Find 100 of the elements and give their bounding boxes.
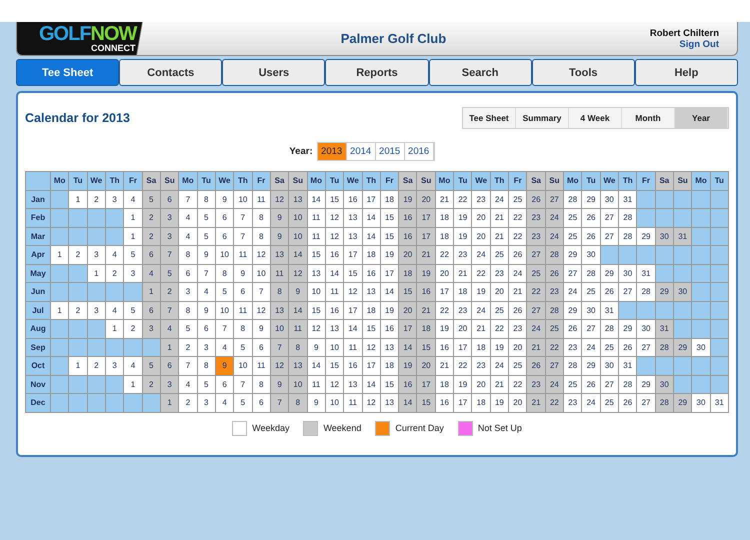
day-cell[interactable]: 11 xyxy=(270,264,288,282)
day-cell[interactable]: 11 xyxy=(252,190,270,208)
day-cell[interactable]: 4 xyxy=(124,357,142,374)
day-cell[interactable]: 30 xyxy=(600,190,618,208)
day-cell[interactable]: 1 xyxy=(69,190,87,208)
day-cell[interactable]: 5 xyxy=(179,320,197,338)
day-cell[interactable]: 7 xyxy=(270,338,288,356)
day-cell[interactable]: 2 xyxy=(179,338,197,356)
day-cell[interactable]: 27 xyxy=(600,376,618,393)
day-cell[interactable]: 15 xyxy=(417,338,435,356)
day-cell[interactable]: 15 xyxy=(344,264,362,282)
day-cell[interactable]: 1 xyxy=(88,264,105,282)
day-cell[interactable]: 30 xyxy=(637,320,655,338)
day-cell[interactable]: 8 xyxy=(289,394,307,412)
day-cell[interactable]: 25 xyxy=(564,376,582,393)
day-cell[interactable]: 31 xyxy=(619,357,636,374)
day-cell[interactable]: 30 xyxy=(656,228,674,245)
day-cell[interactable]: 2 xyxy=(69,246,87,264)
day-cell[interactable]: 24 xyxy=(582,338,600,356)
day-cell[interactable]: 3 xyxy=(160,209,178,226)
day-cell[interactable]: 3 xyxy=(142,320,160,338)
day-cell[interactable]: 8 xyxy=(198,357,215,374)
nav-tab[interactable]: Tools xyxy=(532,59,635,86)
day-cell[interactable]: 23 xyxy=(564,394,582,412)
day-cell[interactable]: 29 xyxy=(674,394,692,412)
day-cell[interactable]: 19 xyxy=(380,246,398,264)
day-cell[interactable]: 23 xyxy=(527,209,545,226)
day-cell[interactable]: 20 xyxy=(436,264,454,282)
day-cell[interactable]: 17 xyxy=(436,283,454,300)
day-cell[interactable]: 5 xyxy=(234,394,252,412)
day-cell[interactable]: 10 xyxy=(308,283,325,300)
day-cell[interactable]: 24 xyxy=(490,190,508,208)
day-cell[interactable]: 1 xyxy=(106,320,124,338)
day-cell[interactable]: 6 xyxy=(234,283,252,300)
sign-out-link[interactable]: Sign Out xyxy=(679,38,719,50)
day-cell[interactable]: 21 xyxy=(490,228,508,245)
day-cell[interactable]: 4 xyxy=(179,228,197,245)
day-cell[interactable]: 29 xyxy=(582,190,600,208)
day-cell[interactable]: 26 xyxy=(527,190,545,208)
day-cell[interactable]: 4 xyxy=(106,302,124,319)
day-cell[interactable]: 26 xyxy=(546,264,564,282)
day-cell[interactable]: 12 xyxy=(362,394,380,412)
day-cell[interactable]: 16 xyxy=(399,228,416,245)
day-cell[interactable]: 17 xyxy=(380,264,398,282)
day-cell[interactable]: 19 xyxy=(454,228,472,245)
nav-tab[interactable]: Users xyxy=(222,59,326,86)
day-cell[interactable]: 26 xyxy=(527,357,545,374)
day-cell[interactable]: 15 xyxy=(380,228,398,245)
day-cell[interactable]: 17 xyxy=(362,357,380,374)
day-cell[interactable]: 5 xyxy=(160,264,178,282)
day-cell[interactable]: 27 xyxy=(546,357,564,374)
day-cell[interactable]: 9 xyxy=(270,209,288,226)
day-cell[interactable]: 17 xyxy=(344,302,362,319)
day-cell[interactable]: 27 xyxy=(637,338,655,356)
day-cell[interactable]: 6 xyxy=(142,302,160,319)
day-cell[interactable]: 18 xyxy=(472,338,490,356)
day-cell[interactable]: 26 xyxy=(582,228,600,245)
day-cell[interactable]: 29 xyxy=(637,228,655,245)
day-cell[interactable]: 21 xyxy=(490,209,508,226)
day-cell[interactable]: 5 xyxy=(234,338,252,356)
day-cell[interactable]: 16 xyxy=(399,376,416,393)
day-cell[interactable]: 25 xyxy=(600,394,618,412)
day-cell[interactable]: 12 xyxy=(289,264,307,282)
day-cell[interactable]: 20 xyxy=(472,376,490,393)
day-cell[interactable]: 4 xyxy=(198,283,215,300)
day-cell[interactable]: 26 xyxy=(509,246,526,264)
day-cell[interactable]: 16 xyxy=(399,209,416,226)
day-cell[interactable]: 3 xyxy=(198,394,215,412)
day-cell[interactable]: 30 xyxy=(692,394,710,412)
day-cell[interactable]: 8 xyxy=(179,302,197,319)
day-cell[interactable]: 22 xyxy=(509,228,526,245)
day-cell[interactable]: 25 xyxy=(490,246,508,264)
day-cell[interactable]: 4 xyxy=(106,246,124,264)
day-cell[interactable]: 13 xyxy=(362,283,380,300)
day-cell[interactable]: 13 xyxy=(344,228,362,245)
day-cell[interactable]: 11 xyxy=(308,376,325,393)
day-cell[interactable]: 18 xyxy=(362,302,380,319)
day-cell[interactable]: 11 xyxy=(344,338,362,356)
day-cell[interactable]: 11 xyxy=(326,283,344,300)
day-cell[interactable]: 11 xyxy=(308,228,325,245)
day-cell[interactable]: 22 xyxy=(509,376,526,393)
day-cell[interactable]: 29 xyxy=(564,246,582,264)
day-cell[interactable]: 1 xyxy=(160,394,178,412)
day-cell[interactable]: 15 xyxy=(417,394,435,412)
day-cell[interactable]: 19 xyxy=(417,264,435,282)
day-cell[interactable]: 9 xyxy=(289,283,307,300)
day-cell[interactable]: 20 xyxy=(399,302,416,319)
day-cell[interactable]: 18 xyxy=(436,209,454,226)
day-cell[interactable]: 29 xyxy=(637,376,655,393)
day-cell[interactable]: 26 xyxy=(600,283,618,300)
day-cell[interactable]: 14 xyxy=(308,357,325,374)
day-cell[interactable]: 6 xyxy=(198,320,215,338)
day-cell[interactable]: 16 xyxy=(417,283,435,300)
day-cell[interactable]: 9 xyxy=(216,190,234,208)
day-cell[interactable]: 23 xyxy=(509,320,526,338)
day-cell[interactable]: 6 xyxy=(142,246,160,264)
day-cell[interactable]: 15 xyxy=(380,209,398,226)
day-cell[interactable]: 11 xyxy=(289,320,307,338)
day-cell[interactable]: 22 xyxy=(490,320,508,338)
day-cell[interactable]: 26 xyxy=(582,376,600,393)
